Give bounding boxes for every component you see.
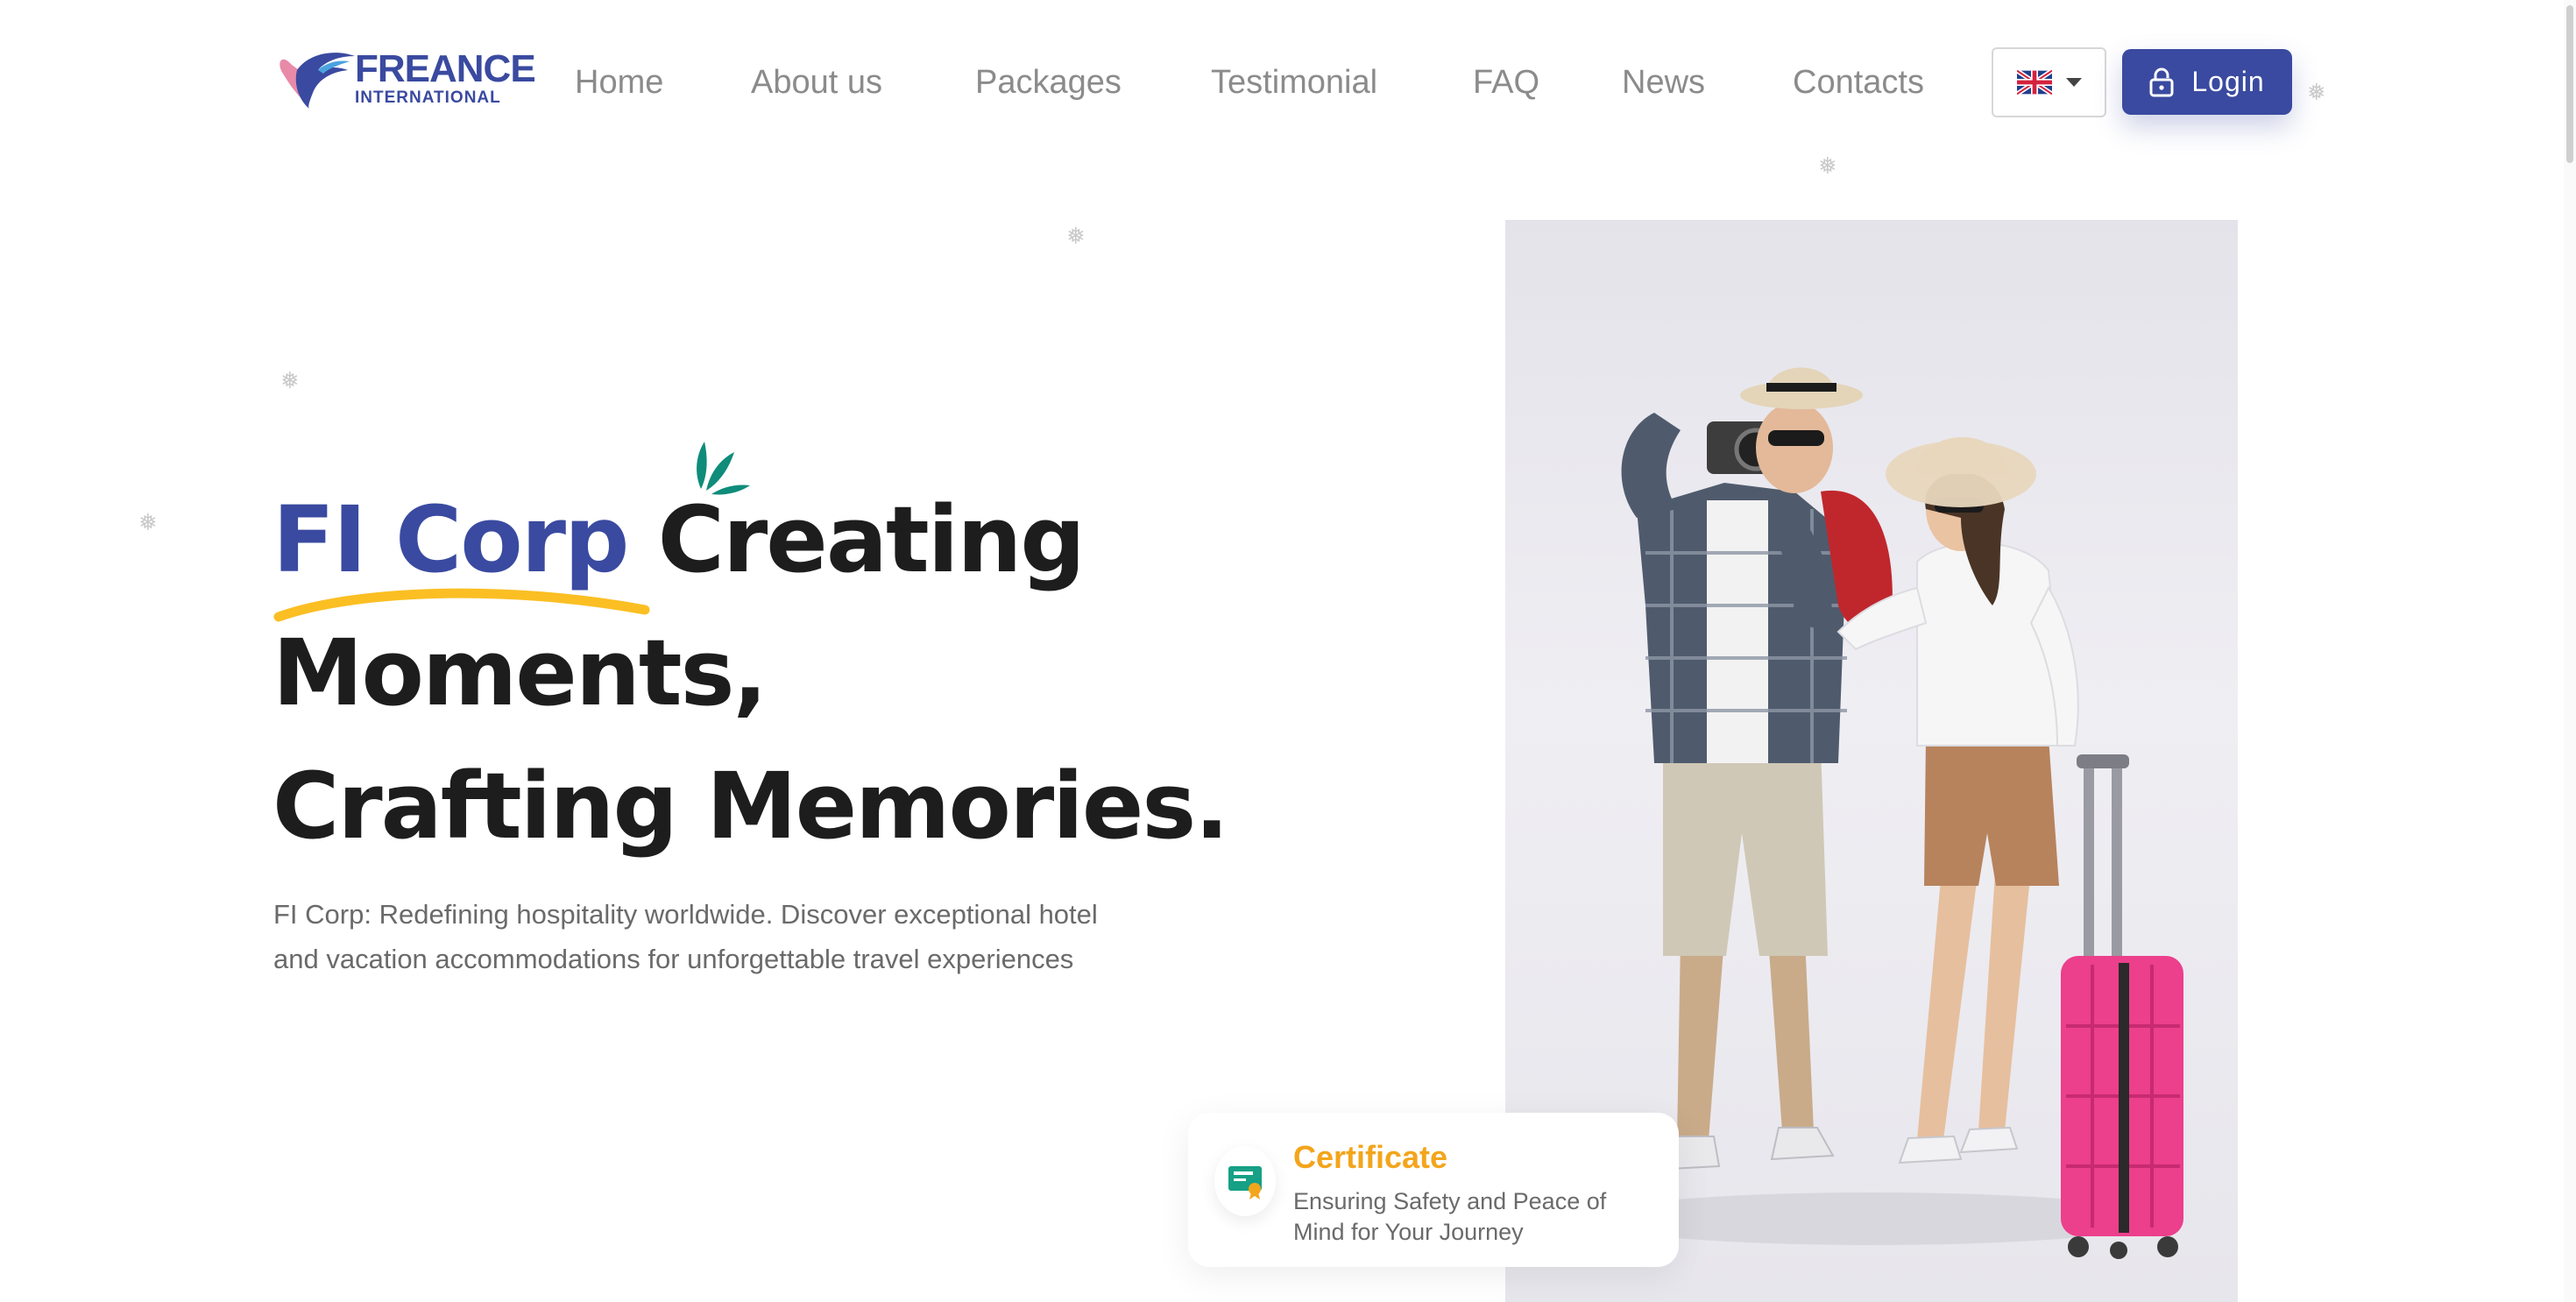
- certificate-description: Ensuring Safety and Peace of Mind for Yo…: [1293, 1188, 1607, 1245]
- nav-packages[interactable]: Packages: [975, 58, 1122, 107]
- certificate-card: Certificate Ensuring Safety and Peace of…: [1188, 1113, 1679, 1267]
- nav-contacts[interactable]: Contacts: [1793, 58, 1924, 107]
- yellow-underline-swoosh: [273, 588, 650, 622]
- headline-line-2: Moments,: [272, 619, 768, 726]
- headline-creating: Creating: [657, 486, 1086, 593]
- hero-headline: FI Corp Creating Moments, Crafting Memor…: [272, 473, 1229, 873]
- login-button[interactable]: Login: [2122, 49, 2292, 115]
- certificate-icon: [1228, 1166, 1262, 1199]
- certificate-icon-badge: [1214, 1146, 1276, 1216]
- bird-logo-icon: [280, 53, 355, 109]
- nav-home[interactable]: Home: [575, 58, 663, 107]
- sparkle-icon: ❅: [138, 509, 158, 535]
- logo-subtitle: INTERNATIONAL: [355, 88, 501, 107]
- logo-wordmark: FREANCE: [355, 47, 536, 90]
- language-selector[interactable]: [1992, 47, 2106, 117]
- caret-down-icon: [2065, 78, 2082, 87]
- sparkle-icon: ❅: [1818, 152, 1837, 179]
- headline-line-3: Crafting Memories.: [272, 753, 1229, 860]
- sparkle-icon: ❅: [280, 367, 300, 393]
- hero-description: FI Corp: Redefining hospitality worldwid…: [273, 899, 1098, 974]
- brand-logo[interactable]: FREANCE INTERNATIONAL: [274, 44, 536, 112]
- nav-faq[interactable]: FAQ: [1473, 58, 1539, 107]
- certificate-title: Certificate: [1293, 1139, 1448, 1175]
- nav-testimonial[interactable]: Testimonial: [1211, 58, 1377, 107]
- uk-flag-icon: [2016, 70, 2052, 95]
- lock-icon: [2149, 67, 2174, 96]
- nav-news[interactable]: News: [1622, 58, 1705, 107]
- headline-brand: FI Corp: [272, 486, 629, 593]
- sparkle-icon: ❅: [1066, 223, 1086, 249]
- scrollbar-thumb[interactable]: [2566, 5, 2573, 163]
- page-scrollbar[interactable]: [2564, 0, 2576, 1302]
- nav-about-us[interactable]: About us: [751, 58, 882, 107]
- login-label: Login: [2191, 66, 2265, 97]
- sparkle-icon: ❅: [2307, 79, 2326, 105]
